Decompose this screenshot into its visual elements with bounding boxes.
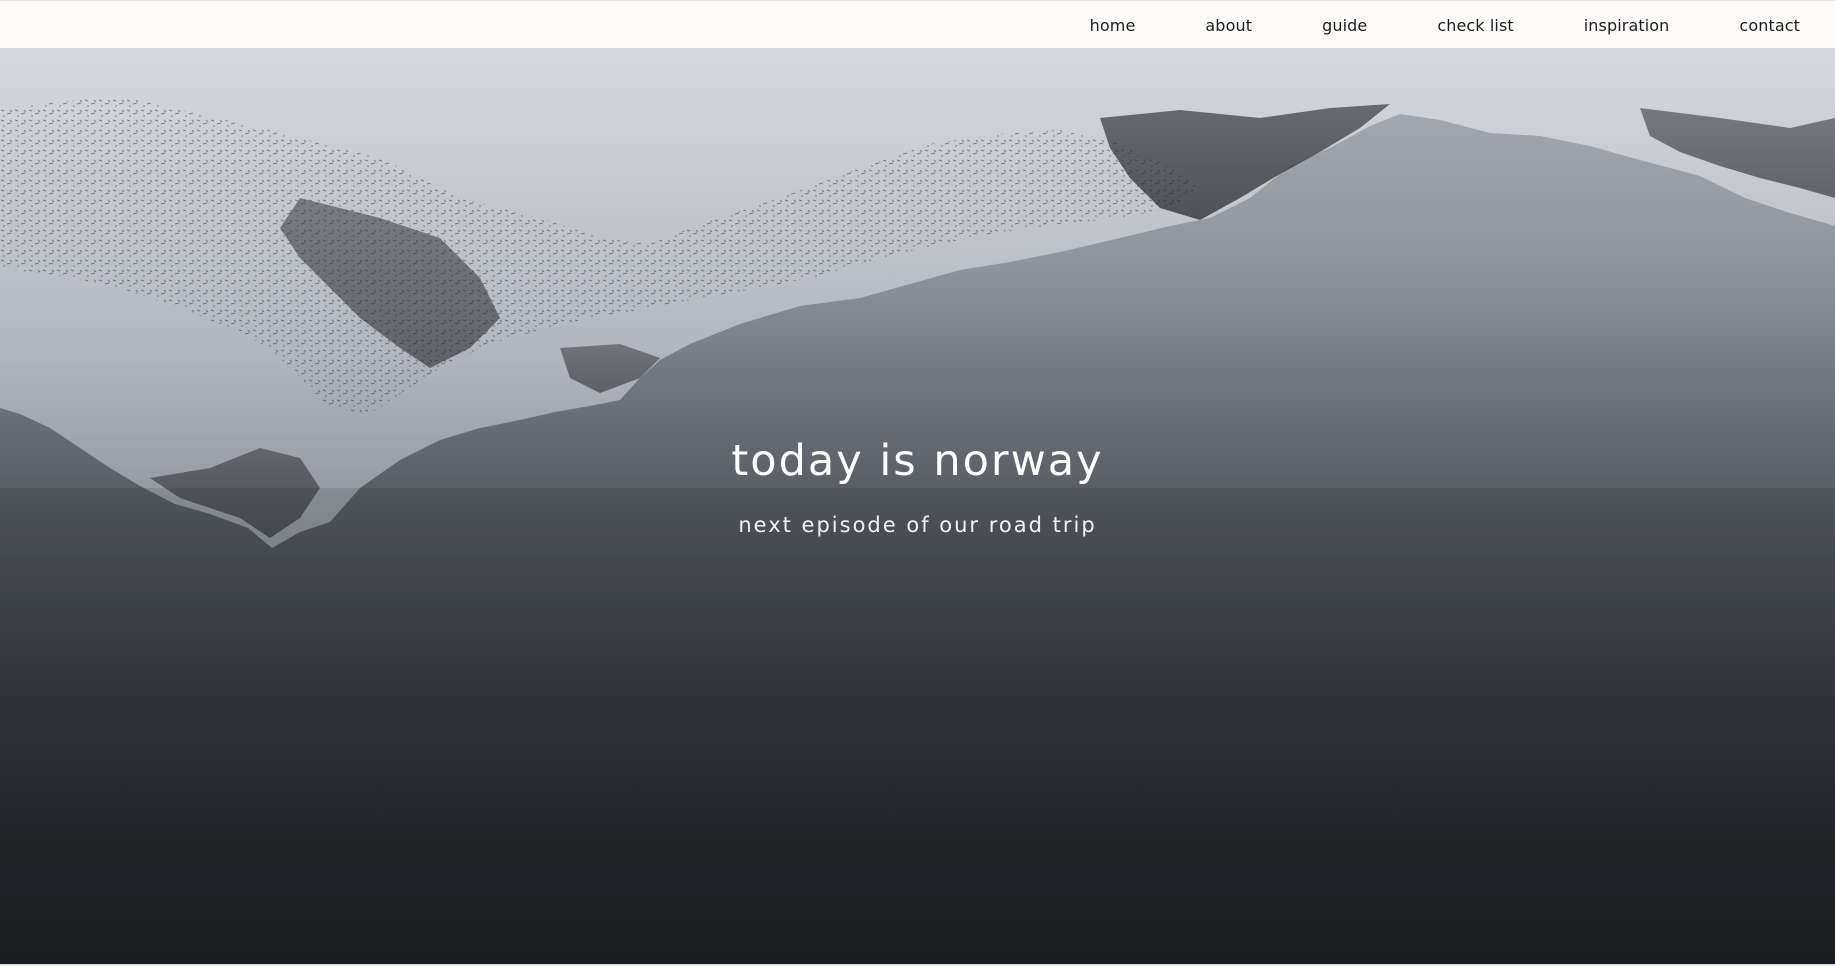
hero-section: today is norway next episode of our road… bbox=[0, 48, 1835, 964]
hero-background-image bbox=[0, 48, 1835, 964]
page: home about guide check list inspiration … bbox=[0, 0, 1835, 967]
nav-link-guide[interactable]: guide bbox=[1322, 16, 1367, 35]
hero-subtitle: next episode of our road trip bbox=[738, 513, 1097, 537]
top-navigation-bar: home about guide check list inspiration … bbox=[0, 0, 1835, 48]
nav-link-home[interactable]: home bbox=[1090, 16, 1136, 35]
nav-link-check-list[interactable]: check list bbox=[1437, 16, 1513, 35]
nav-menu: home about guide check list inspiration … bbox=[1090, 1, 1800, 49]
nav-link-inspiration[interactable]: inspiration bbox=[1584, 16, 1670, 35]
nav-link-contact[interactable]: contact bbox=[1739, 16, 1800, 35]
hero-title: today is norway bbox=[731, 436, 1104, 486]
nav-link-about[interactable]: about bbox=[1205, 16, 1252, 35]
